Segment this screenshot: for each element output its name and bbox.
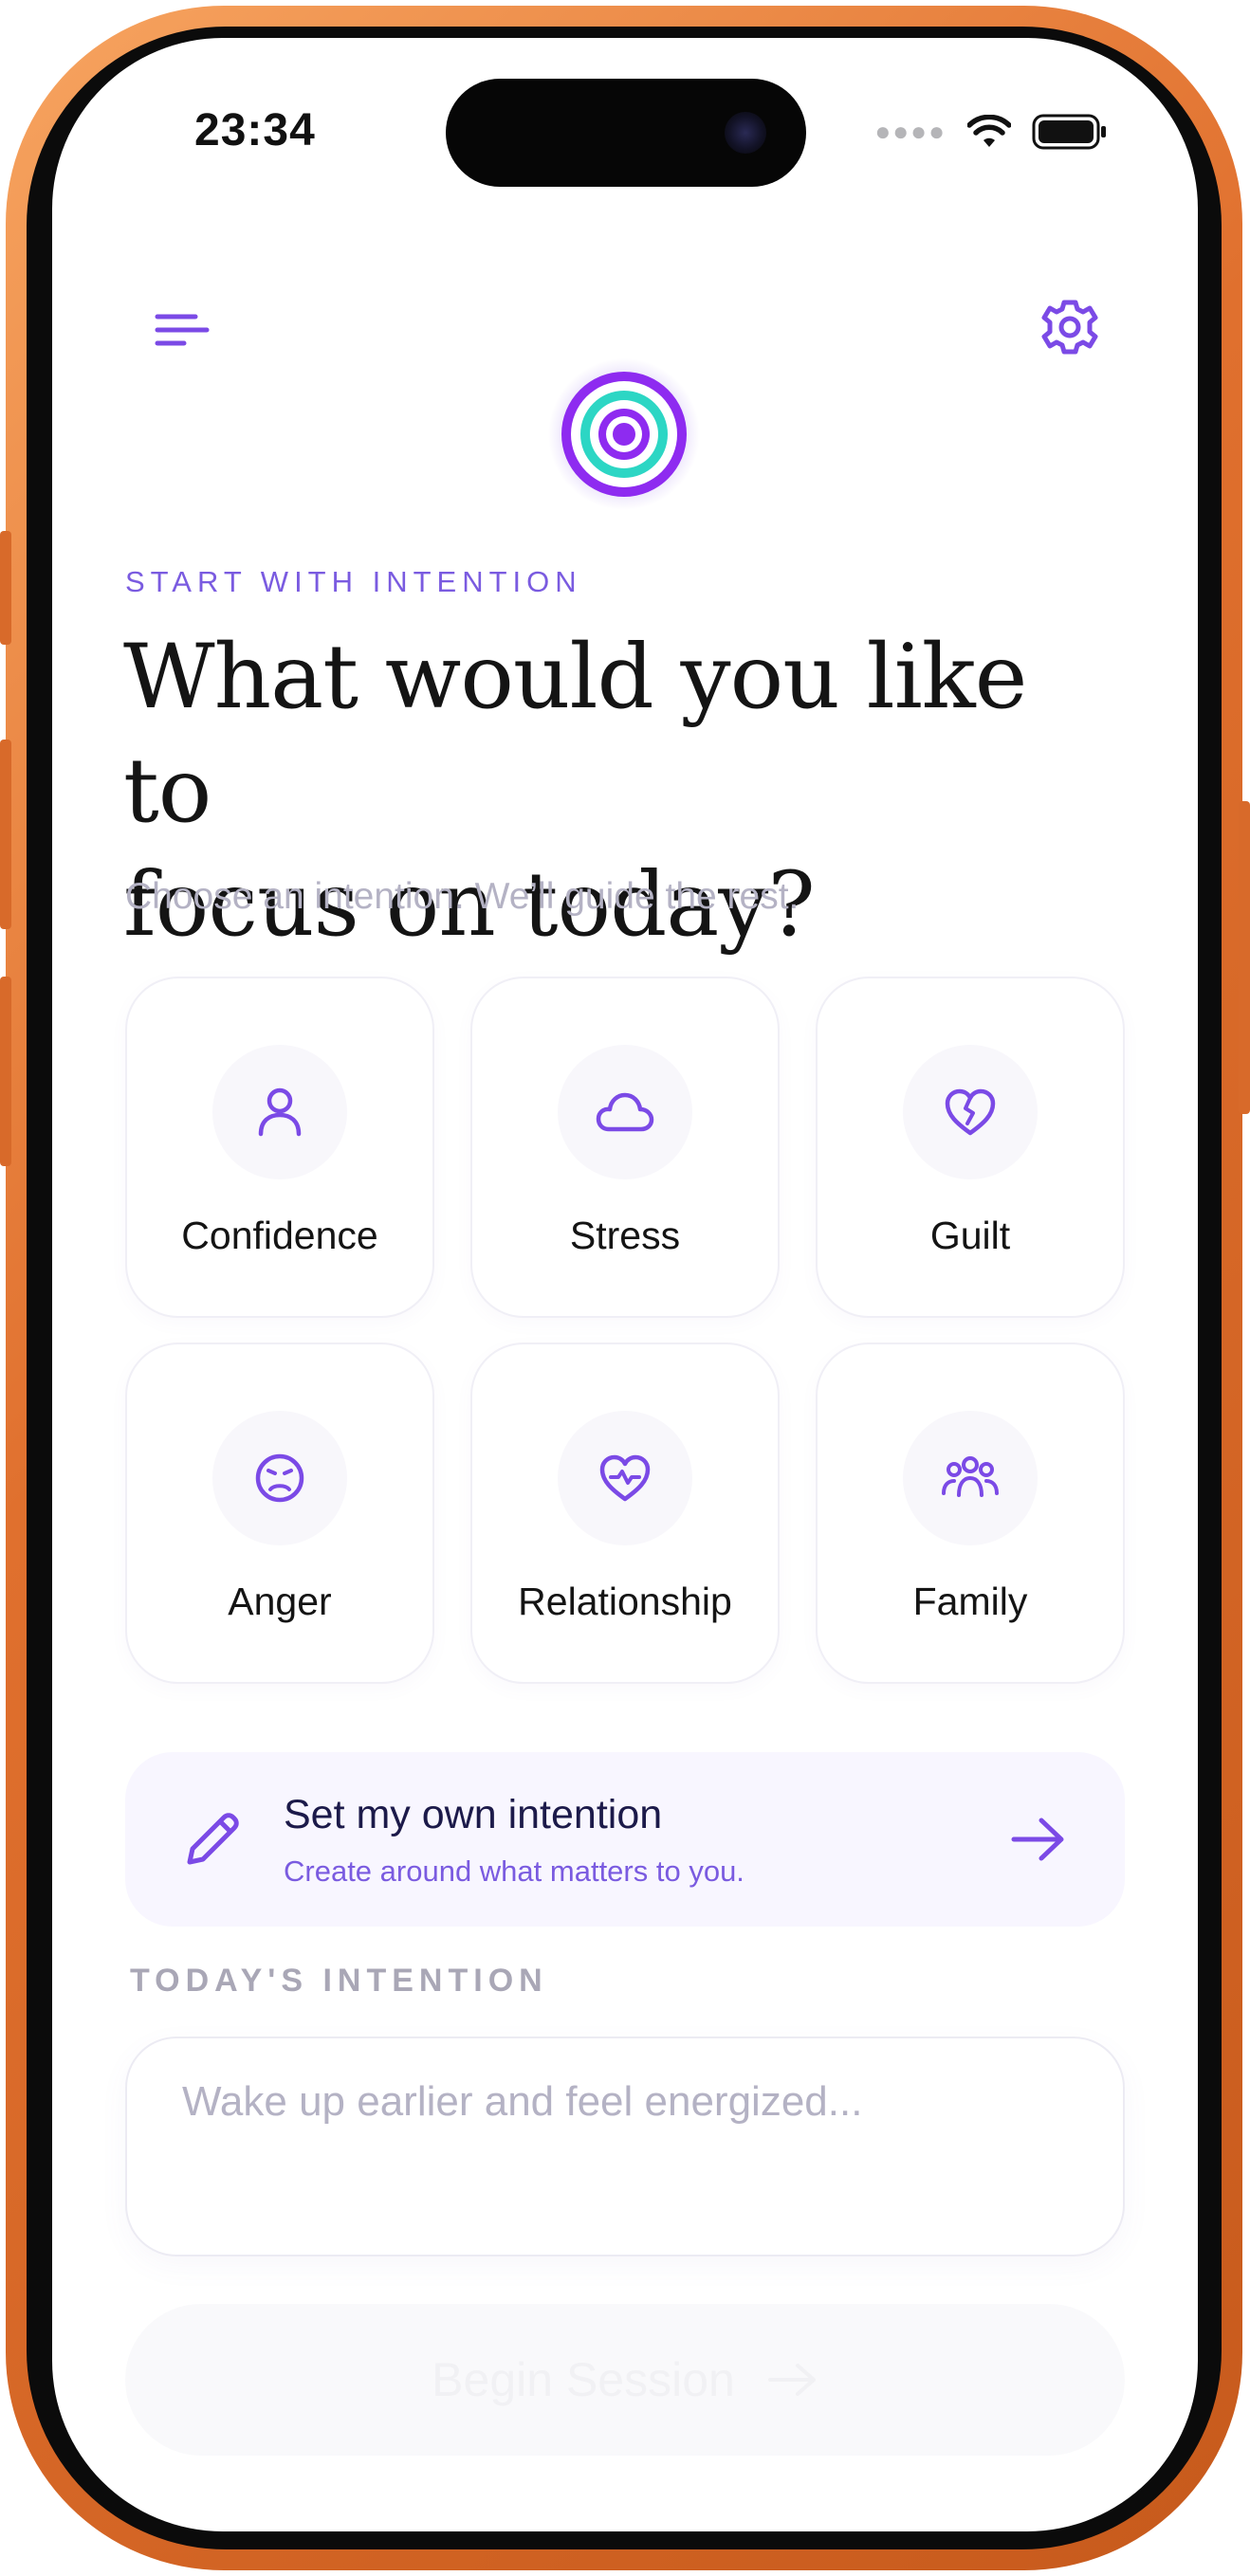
- angry-face-icon: [255, 1453, 304, 1503]
- own-intention-title: Set my own intention: [284, 1792, 663, 1837]
- intention-card-confidence[interactable]: Confidence: [125, 977, 434, 1318]
- begin-session-label: Begin Session: [432, 2353, 735, 2406]
- card-icon-bubble: [212, 1045, 347, 1179]
- arrow-right-icon: [767, 2364, 816, 2396]
- group-icon: [942, 1456, 999, 1497]
- card-icon-bubble: [558, 1411, 692, 1545]
- card-icon-bubble: [903, 1045, 1038, 1179]
- broken-heart-icon: [945, 1088, 996, 1136]
- card-label: Stress: [569, 1214, 681, 1257]
- intention-card-relationship[interactable]: Relationship: [470, 1343, 780, 1684]
- cellular-signal-icon: ●●●●: [874, 117, 947, 146]
- intention-card-family[interactable]: Family: [816, 1343, 1125, 1684]
- person-icon: [258, 1087, 302, 1137]
- card-label: Guilt: [929, 1214, 1011, 1257]
- page-title-line-1: What would you like to: [123, 626, 1027, 843]
- app-screen: 23:34 ●●●● START WITH INTENTION What wou…: [52, 38, 1198, 2531]
- todays-intention-label: TODAY'S INTENTION: [130, 1963, 548, 1999]
- cloud-icon: [596, 1092, 654, 1132]
- begin-session-button[interactable]: Begin Session: [125, 2304, 1125, 2456]
- card-icon-bubble: [903, 1411, 1038, 1545]
- intention-card-anger[interactable]: Anger: [125, 1343, 434, 1684]
- eyebrow-label: START WITH INTENTION: [125, 565, 582, 598]
- menu-icon[interactable]: [152, 300, 212, 360]
- page-subtitle: Choose an intention. We’ll guide the res…: [125, 876, 800, 917]
- intention-card-stress[interactable]: Stress: [470, 977, 780, 1318]
- card-icon-bubble: [212, 1411, 347, 1545]
- intention-text-field[interactable]: Wake up earlier and feel energized...: [125, 2037, 1125, 2256]
- card-icon-bubble: [558, 1045, 692, 1179]
- card-label: Family: [912, 1580, 1028, 1623]
- status-time: 23:34: [194, 105, 316, 155]
- card-label: Relationship: [518, 1580, 732, 1623]
- set-own-intention-button[interactable]: Set my own intention Create around what …: [125, 1752, 1125, 1927]
- volume-up-button: [0, 740, 11, 929]
- battery-icon: [1032, 114, 1106, 150]
- wifi-icon: [967, 115, 1011, 147]
- mute-switch: [0, 531, 11, 645]
- card-label: Confidence: [181, 1214, 378, 1257]
- power-button: [1239, 801, 1250, 1114]
- gear-icon[interactable]: [1037, 294, 1103, 360]
- front-camera: [725, 112, 766, 154]
- intention-grid: Confidence Stress Guilt Anger Relationsh…: [125, 977, 1125, 1684]
- arrow-right-icon: [1011, 1818, 1064, 1861]
- intention-card-guilt[interactable]: Guilt: [816, 977, 1125, 1318]
- app-logo: [548, 358, 700, 510]
- heart-pulse-icon: [599, 1454, 651, 1502]
- status-icons: ●●●●: [874, 114, 1108, 150]
- own-intention-subtitle: Create around what matters to you.: [284, 1854, 744, 1888]
- volume-down-button: [0, 977, 11, 1166]
- dynamic-island: [446, 79, 806, 187]
- pencil-icon: [187, 1813, 239, 1865]
- card-label: Anger: [228, 1580, 332, 1623]
